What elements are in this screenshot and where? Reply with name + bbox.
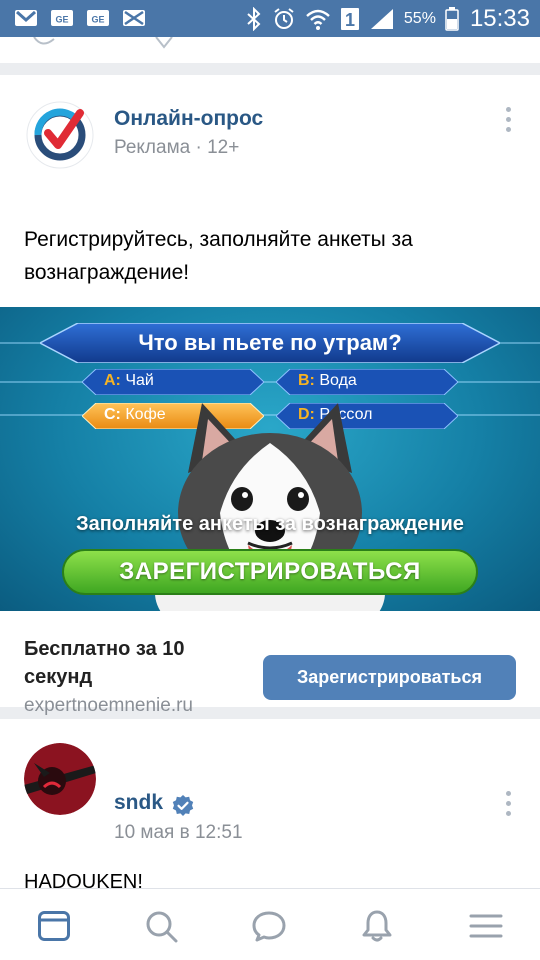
- news-feed[interactable]: Онлайн-опрос Реклама · 12+ Регистрируйте…: [0, 37, 540, 888]
- alarm-icon: [274, 8, 294, 29]
- register-button[interactable]: Зарегистрироваться: [263, 655, 516, 700]
- menu-icon[interactable]: [469, 909, 503, 943]
- banner-option-a: A: Чай: [82, 369, 264, 395]
- battery-percent: 55%: [403, 10, 436, 27]
- ge-icon: GE: [87, 10, 109, 26]
- gmail-icon: [15, 10, 37, 26]
- ad-domain-link[interactable]: expertnoemnenie.ru: [24, 695, 193, 717]
- svg-text:1: 1: [345, 10, 355, 30]
- ad-text: Регистрируйтесь, заполняйте анкеты за во…: [24, 228, 413, 284]
- news-icon[interactable]: [37, 909, 71, 943]
- notifications-icon[interactable]: [360, 909, 394, 943]
- clock: 15:33: [469, 5, 530, 32]
- ad-post-card: Онлайн-опрос Реклама · 12+ Регистрируйте…: [0, 75, 540, 716]
- expert-opinion-logo: [24, 99, 96, 171]
- prev-post-icons: [33, 37, 173, 49]
- banner-subtitle: Заполняйте анкеты за вознаграждение: [76, 513, 464, 535]
- svg-text:GE: GE: [55, 15, 68, 25]
- post-avatar[interactable]: [24, 743, 96, 815]
- ad-meta: Реклама · 12+: [114, 137, 240, 158]
- status-bar: GE GE 1 55% 15:33: [0, 0, 540, 37]
- wifi-icon: [306, 9, 330, 30]
- post-text: HADOUKEN!: [24, 871, 143, 888]
- previous-post-fragment: [0, 37, 540, 63]
- verified-badge-icon: [172, 795, 194, 816]
- post-card: sndk 10 мая в 12:51 HADOUKEN!: [0, 719, 540, 888]
- more-options-icon[interactable]: [504, 791, 512, 819]
- post-timestamp: 10 мая в 12:51: [114, 822, 243, 843]
- search-icon[interactable]: [144, 909, 178, 943]
- banner-option-b: B: Вода: [276, 369, 458, 395]
- mail-icon: [123, 10, 145, 26]
- svg-text:GE: GE: [91, 15, 104, 25]
- ad-footer-title: Бесплатно за 10 секунд: [24, 638, 185, 688]
- ninja-avatar-icon: [24, 743, 96, 815]
- post-author-name[interactable]: sndk: [114, 791, 163, 815]
- banner-register-button[interactable]: ЗАРЕГИСТРИРОВАТЬСЯ: [62, 549, 478, 595]
- bluetooth-icon: [247, 7, 261, 31]
- bottom-navigation: [0, 888, 540, 960]
- ad-author-name[interactable]: Онлайн-опрос: [114, 107, 263, 131]
- sim-icon: 1: [340, 8, 359, 30]
- ad-avatar[interactable]: [24, 99, 96, 171]
- banner-question: Что вы пьете по утрам?: [138, 330, 402, 355]
- ge-icon: GE: [51, 10, 73, 26]
- messages-icon[interactable]: [252, 909, 286, 943]
- more-options-icon[interactable]: [504, 107, 512, 135]
- signal-icon: [370, 9, 393, 29]
- battery-icon: [445, 7, 459, 31]
- ad-banner[interactable]: Что вы пьете по утрам? A: Чай B: Вода C:…: [0, 307, 540, 611]
